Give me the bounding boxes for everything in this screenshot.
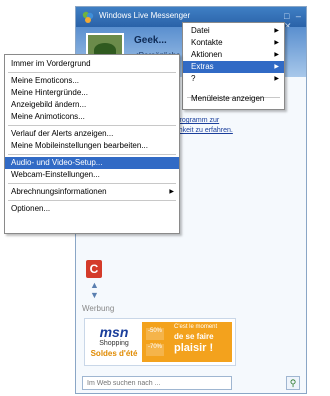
submenu-arrow-icon: ▶ <box>169 189 174 195</box>
ad-soldes-text: Soldes d'été <box>90 349 138 358</box>
search-icon[interactable]: ⚲ <box>286 376 300 390</box>
extras-emoticons[interactable]: Meine Emoticons... <box>5 75 179 87</box>
menu-item-label: Menüleiste anzeigen <box>191 94 265 103</box>
menu-item-datei[interactable]: Datei ▶ <box>183 25 284 37</box>
menu-separator <box>8 200 176 201</box>
menu-item-help[interactable]: ? ▶ <box>183 73 284 85</box>
submenu-arrow-icon: ▶ <box>274 52 279 58</box>
menu-item-label: Abrechnungsinformationen <box>11 187 107 196</box>
extras-options[interactable]: Optionen... <box>5 203 179 215</box>
menu-item-label: ? <box>191 74 196 83</box>
extras-backgrounds[interactable]: Meine Hintergründe... <box>5 87 179 99</box>
submenu-arrow-icon: ▶ <box>274 28 279 34</box>
contact-card-icon[interactable]: C <box>86 260 102 278</box>
ad-discount-70: -70% <box>146 344 164 356</box>
extras-webcam-settings[interactable]: Webcam-Einstellungen... <box>5 169 179 181</box>
main-menu: Datei ▶ Kontakte ▶ Aktionen ▶ Extras ▶ ?… <box>182 22 285 110</box>
ad-discount-50: -50% <box>146 328 164 340</box>
ad-promo-line1: C'est le moment <box>174 324 218 330</box>
menu-separator <box>8 154 176 155</box>
menu-item-label: Kontakte <box>191 38 223 47</box>
menu-separator <box>8 72 176 73</box>
extras-change-display-picture[interactable]: Anzeigebild ändern... <box>5 99 179 111</box>
ad-shopping-text: Shopping <box>99 340 129 347</box>
nickname[interactable]: Geek... <box>134 35 167 46</box>
ad-label: Werbung <box>82 304 115 313</box>
scroll-up-icon[interactable]: ▲ <box>90 280 99 290</box>
menu-item-label: Aktionen <box>191 50 223 59</box>
extras-audio-video-setup[interactable]: Audio- und Video-Setup... <box>5 157 179 169</box>
web-search-input[interactable] <box>82 376 232 390</box>
ad-promo-line3: plaisir ! <box>174 342 214 354</box>
menu-item-label: Datei <box>191 26 210 35</box>
submenu-arrow-icon: ▶ <box>274 64 279 70</box>
window-title: Windows Live Messenger <box>99 11 191 20</box>
menu-separator <box>8 125 176 126</box>
submenu-arrow-icon: ▶ <box>274 40 279 46</box>
msn-logo: msn <box>99 324 129 340</box>
msn-shopping-ad[interactable]: msn Shopping Soldes d'été <box>86 322 142 362</box>
menu-item-extras[interactable]: Extras ▶ <box>183 61 284 73</box>
extras-billing-info[interactable]: Abrechnungsinformationen ▶ <box>5 186 179 198</box>
extras-submenu: Immer im Vordergrund Meine Emoticons... … <box>4 54 180 234</box>
menu-item-label: Extras <box>191 62 214 71</box>
menu-item-kontakte[interactable]: Kontakte ▶ <box>183 37 284 49</box>
extras-alert-history[interactable]: Verlauf der Alerts anzeigen... <box>5 128 179 140</box>
menu-separator <box>8 183 176 184</box>
submenu-arrow-icon: ▶ <box>274 76 279 82</box>
extras-mobile-settings[interactable]: Meine Mobileinstellungen bearbeiten... <box>5 140 179 152</box>
messenger-logo-icon <box>82 11 94 23</box>
scroll-down-icon[interactable]: ▼ <box>90 290 99 300</box>
ad-promo-line2: de se faire <box>174 332 214 341</box>
menu-item-aktionen[interactable]: Aktionen ▶ <box>183 49 284 61</box>
extras-always-on-top[interactable]: Immer im Vordergrund <box>5 58 179 70</box>
menu-item-show-menubar[interactable]: Menüleiste anzeigen <box>183 93 284 105</box>
extras-animoticons[interactable]: Meine Animoticons... <box>5 111 179 123</box>
ad-promo[interactable]: -50% -70% C'est le moment de se faire pl… <box>142 322 232 362</box>
